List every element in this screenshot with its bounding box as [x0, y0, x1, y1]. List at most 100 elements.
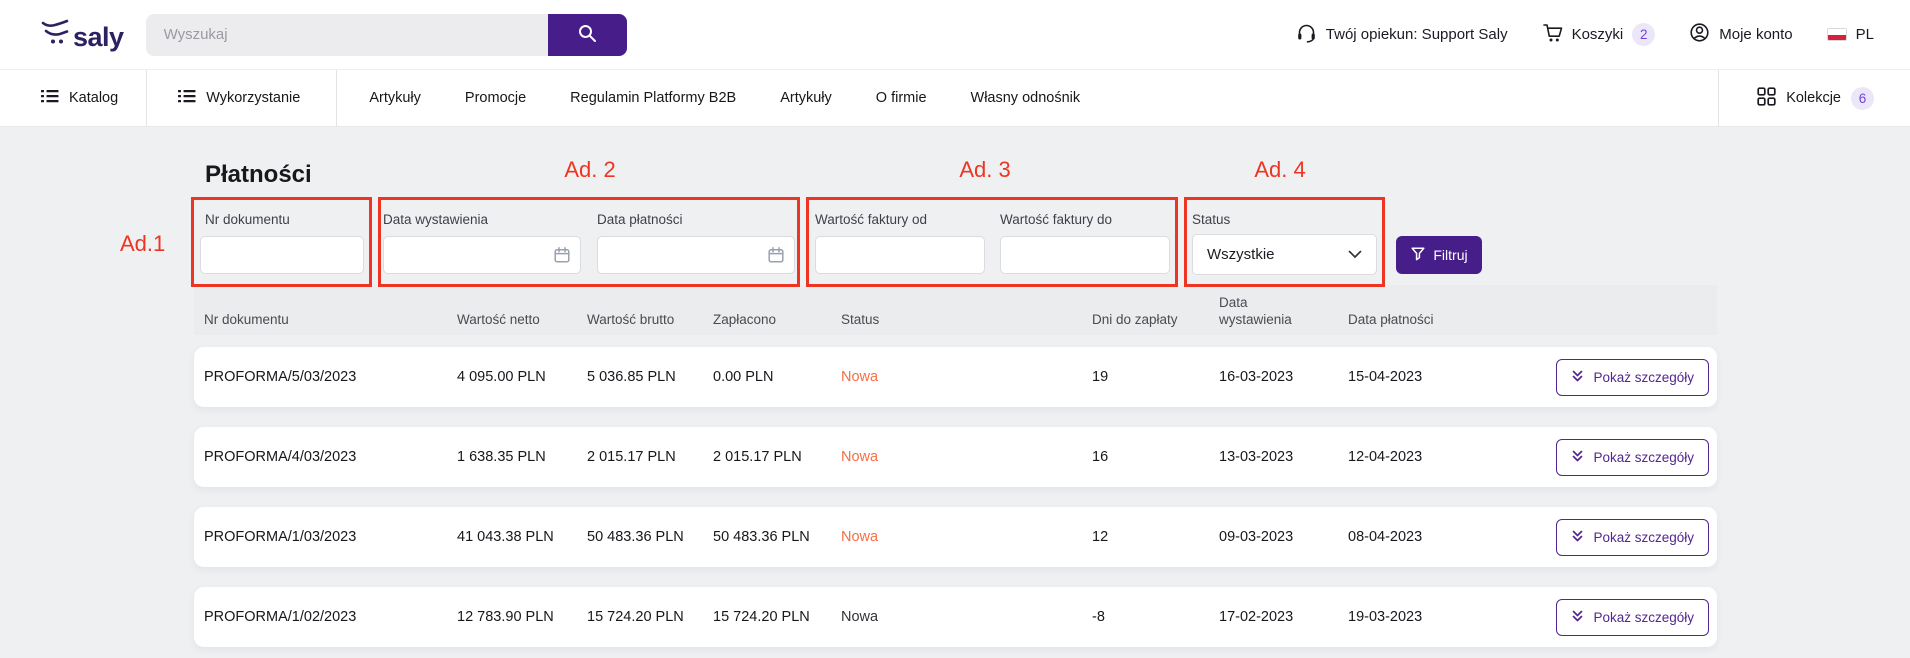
collections-count-badge: 6 [1851, 87, 1874, 110]
annotation-ad1: Ad.1 [120, 231, 165, 257]
payments-table: PROFORMA/5/03/2023 4 095.00 PLN 5 036.85… [194, 347, 1717, 658]
show-details-button[interactable]: Pokaż szczegóły [1556, 359, 1709, 396]
cell-wartosc-brutto: 5 036.85 PLN [587, 369, 713, 385]
nav-katalog[interactable]: Katalog [40, 87, 146, 109]
cell-dni-do-zaplaty: 19 [1092, 369, 1219, 385]
table-row: PROFORMA/4/03/2023 1 638.35 PLN 2 015.17… [194, 427, 1717, 487]
annotation-ad3: Ad. 3 [933, 157, 1037, 183]
nav-divider [146, 70, 147, 126]
nav-wykorzystanie-label: Wykorzystanie [206, 90, 300, 106]
nav-link[interactable]: Artykuły [369, 90, 421, 106]
cell-data-wystawienia: 16-03-2023 [1219, 369, 1348, 385]
cell-zaplacono: 50 483.36 PLN [713, 529, 841, 545]
data-wystawienia-label: Data wystawienia [383, 212, 488, 227]
wartosc-od-input[interactable] [815, 236, 985, 274]
table-row: PROFORMA/1/03/2023 41 043.38 PLN 50 483.… [194, 507, 1717, 567]
grid-icon [1757, 87, 1776, 110]
cell-zaplacono: 0.00 PLN [713, 369, 841, 385]
cell-dni-do-zaplaty: -8 [1092, 609, 1219, 625]
nav-katalog-label: Katalog [69, 90, 118, 106]
filter-button-label: Filtruj [1433, 247, 1467, 263]
nr-dokumentu-input[interactable] [200, 236, 364, 274]
funnel-icon [1410, 246, 1426, 265]
table-row: PROFORMA/1/02/2023 12 783.90 PLN 15 724.… [194, 587, 1717, 647]
search-icon [576, 22, 598, 47]
nav-link[interactable]: Promocje [465, 90, 526, 106]
col-header-wartosc-brutto: Wartość brutto [587, 311, 713, 329]
nav-link[interactable]: Regulamin Platformy B2B [570, 90, 736, 106]
show-details-label: Pokaż szczegóły [1593, 450, 1694, 465]
show-details-button[interactable]: Pokaż szczegóły [1556, 599, 1709, 636]
caretaker-link[interactable]: Twój opiekun: Support Saly [1296, 22, 1508, 47]
baskets-label: Koszyki [1572, 26, 1624, 43]
annotation-ad4: Ad. 4 [1228, 157, 1332, 183]
double-chevron-down-icon [1571, 609, 1584, 626]
cell-zaplacono: 2 015.17 PLN [713, 449, 841, 465]
cell-wartosc-netto: 41 043.38 PLN [457, 529, 587, 545]
nav-kolekcje[interactable]: Kolekcje 6 [1757, 87, 1874, 110]
language-switcher[interactable]: PL [1827, 26, 1874, 43]
page-title: Płatności [205, 161, 312, 189]
cell-data-wystawienia: 09-03-2023 [1219, 529, 1348, 545]
nav-link[interactable]: O firmie [876, 90, 927, 106]
language-label: PL [1856, 26, 1874, 43]
status-badge: Nowa [841, 369, 1092, 385]
table-header: Nr dokumentu Wartość netto Wartość brutt… [194, 285, 1717, 335]
nav-link[interactable]: Artykuły [780, 90, 832, 106]
search-button[interactable] [548, 14, 627, 56]
cell-dni-do-zaplaty: 16 [1092, 449, 1219, 465]
list-icon [40, 87, 59, 109]
show-details-label: Pokaż szczegóły [1593, 370, 1694, 385]
cell-zaplacono: 15 724.20 PLN [713, 609, 841, 625]
caretaker-label: Twój opiekun: Support Saly [1326, 26, 1508, 43]
status-label: Status [1192, 212, 1230, 227]
status-badge: Nowa [841, 609, 1092, 625]
cell-data-platnosci: 19-03-2023 [1348, 609, 1555, 625]
status-select[interactable]: Wszystkie [1192, 234, 1377, 275]
payments-page: Płatności Ad.1 Ad. 2 Ad. 3 Ad. 4 Nr doku… [0, 127, 1910, 658]
user-icon [1689, 22, 1710, 47]
status-badge: Nowa [841, 529, 1092, 545]
nav-wykorzystanie[interactable]: Wykorzystanie [177, 87, 300, 109]
main-nav: Katalog Wykorzystanie Artykuły Promocje … [0, 69, 1910, 127]
nav-link[interactable]: Własny odnośnik [971, 90, 1081, 106]
data-wystawienia-input[interactable] [383, 236, 581, 274]
cell-nr-dokumentu: PROFORMA/1/03/2023 [204, 529, 457, 545]
cell-data-wystawienia: 13-03-2023 [1219, 449, 1348, 465]
col-header-status: Status [841, 311, 1092, 329]
cell-wartosc-brutto: 50 483.36 PLN [587, 529, 713, 545]
nav-divider [1718, 70, 1719, 126]
cell-nr-dokumentu: PROFORMA/1/02/2023 [204, 609, 457, 625]
show-details-label: Pokaż szczegóły [1593, 530, 1694, 545]
baskets-link[interactable]: Koszyki 2 [1542, 22, 1656, 47]
headset-icon [1296, 22, 1317, 47]
cell-wartosc-netto: 1 638.35 PLN [457, 449, 587, 465]
status-select-value: Wszystkie [1207, 246, 1275, 263]
account-link[interactable]: Moje konto [1689, 22, 1792, 47]
cell-wartosc-netto: 12 783.90 PLN [457, 609, 587, 625]
double-chevron-down-icon [1571, 449, 1584, 466]
nav-links: Artykuły Promocje Regulamin Platformy B2… [369, 90, 1080, 106]
cell-wartosc-brutto: 2 015.17 PLN [587, 449, 713, 465]
col-header-data-wystawienia: Data wystawienia [1219, 294, 1303, 329]
wartosc-do-label: Wartość faktury do [1000, 212, 1112, 227]
list-icon [177, 87, 196, 109]
table-row: PROFORMA/5/03/2023 4 095.00 PLN 5 036.85… [194, 347, 1717, 407]
wartosc-do-input[interactable] [1000, 236, 1170, 274]
cell-wartosc-netto: 4 095.00 PLN [457, 369, 587, 385]
filter-button[interactable]: Filtruj [1396, 236, 1482, 274]
col-header-wartosc-netto: Wartość netto [457, 311, 587, 329]
data-platnosci-input[interactable] [597, 236, 795, 274]
account-label: Moje konto [1719, 26, 1792, 43]
status-badge: Nowa [841, 449, 1092, 465]
double-chevron-down-icon [1571, 369, 1584, 386]
data-platnosci-label: Data płatności [597, 212, 683, 227]
search-input[interactable] [146, 14, 548, 56]
show-details-label: Pokaż szczegóły [1593, 610, 1694, 625]
show-details-button[interactable]: Pokaż szczegóły [1556, 439, 1709, 476]
show-details-button[interactable]: Pokaż szczegóły [1556, 519, 1709, 556]
col-header-dni-do-zaplaty: Dni do zapłaty [1092, 311, 1219, 329]
cell-nr-dokumentu: PROFORMA/5/03/2023 [204, 369, 457, 385]
saly-logo[interactable]: saly [40, 19, 124, 51]
wartosc-od-label: Wartość faktury od [815, 212, 927, 227]
